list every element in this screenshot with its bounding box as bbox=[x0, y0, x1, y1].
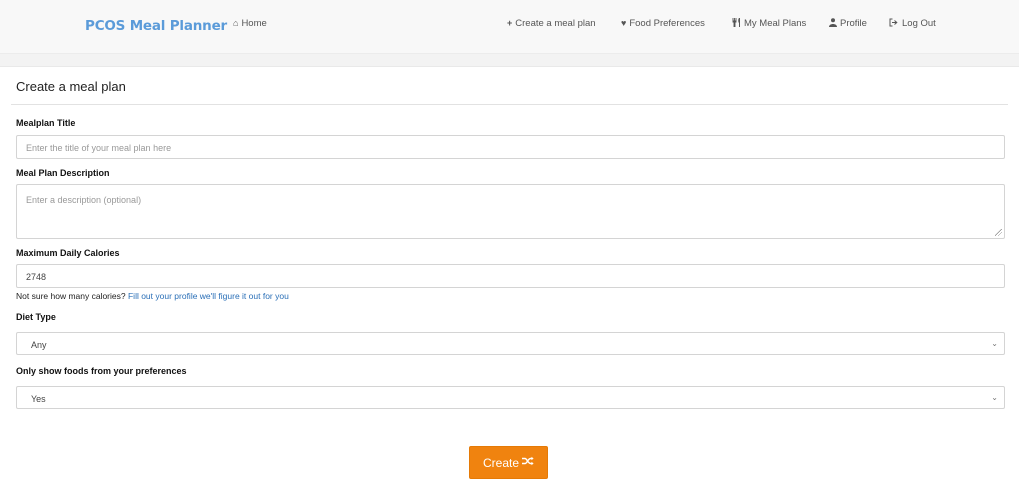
header-band bbox=[0, 53, 1019, 67]
preferences-select[interactable]: Yes ⌄ bbox=[16, 386, 1005, 409]
logout-icon bbox=[889, 18, 899, 29]
mealplan-title-input[interactable]: Enter the title of your meal plan here bbox=[16, 135, 1005, 159]
nav-logout-label: Log Out bbox=[902, 18, 936, 29]
nav-logout[interactable]: Log Out bbox=[889, 18, 936, 29]
calories-label: Maximum Daily Calories bbox=[16, 248, 120, 258]
brand-logo[interactable]: PCOS Meal Planner bbox=[85, 18, 227, 34]
diet-type-select[interactable]: Any ⌄ bbox=[16, 332, 1005, 355]
description-label: Meal Plan Description bbox=[16, 168, 110, 178]
nav-create-label: Create a meal plan bbox=[515, 18, 596, 29]
preferences-label: Only show foods from your preferences bbox=[16, 366, 187, 376]
description-textarea[interactable]: Enter a description (optional) bbox=[16, 184, 1005, 239]
shuffle-icon bbox=[522, 456, 534, 469]
nav-home[interactable]: ⌂ Home bbox=[233, 18, 267, 29]
diet-type-label: Diet Type bbox=[16, 312, 56, 322]
preferences-value: Yes bbox=[31, 394, 46, 404]
nav-my-plans-label: My Meal Plans bbox=[744, 18, 807, 29]
title-divider bbox=[11, 104, 1008, 105]
calories-value: 2748 bbox=[26, 272, 47, 282]
heart-icon: ♥ bbox=[621, 18, 627, 28]
nav-profile[interactable]: Profile bbox=[829, 18, 867, 29]
chevron-down-icon: ⌄ bbox=[991, 393, 998, 402]
calories-help: Not sure how many calories? Fill out you… bbox=[16, 291, 289, 301]
resize-handle-icon[interactable] bbox=[995, 229, 1002, 236]
profile-link[interactable]: Fill out your profile we'll figure it ou… bbox=[128, 291, 289, 301]
calories-help-text: Not sure how many calories? bbox=[16, 291, 126, 301]
description-placeholder: Enter a description (optional) bbox=[26, 195, 142, 205]
page-title: Create a meal plan bbox=[16, 79, 126, 94]
user-icon bbox=[829, 18, 837, 29]
mealplan-title-placeholder: Enter the title of your meal plan here bbox=[26, 143, 172, 153]
create-button[interactable]: Create bbox=[469, 446, 548, 479]
nav-home-label: Home bbox=[241, 18, 267, 29]
nav-my-meal-plans[interactable]: My Meal Plans bbox=[732, 18, 806, 29]
calories-input[interactable]: 2748 bbox=[16, 264, 1005, 288]
nav-food-label: Food Preferences bbox=[629, 18, 705, 29]
nav-food-preferences[interactable]: ♥ Food Preferences bbox=[621, 18, 705, 29]
mealplan-title-label: Mealplan Title bbox=[16, 118, 76, 128]
nav-profile-label: Profile bbox=[840, 18, 867, 29]
navbar: PCOS Meal Planner ⌂ Home + Create a meal… bbox=[0, 0, 1019, 53]
chevron-down-icon: ⌄ bbox=[991, 339, 998, 348]
cutlery-icon bbox=[732, 18, 741, 29]
nav-create-meal-plan[interactable]: + Create a meal plan bbox=[507, 18, 596, 29]
diet-type-value: Any bbox=[31, 340, 47, 350]
plus-icon: + bbox=[507, 18, 513, 28]
home-icon: ⌂ bbox=[233, 18, 239, 28]
create-button-label: Create bbox=[482, 455, 520, 470]
